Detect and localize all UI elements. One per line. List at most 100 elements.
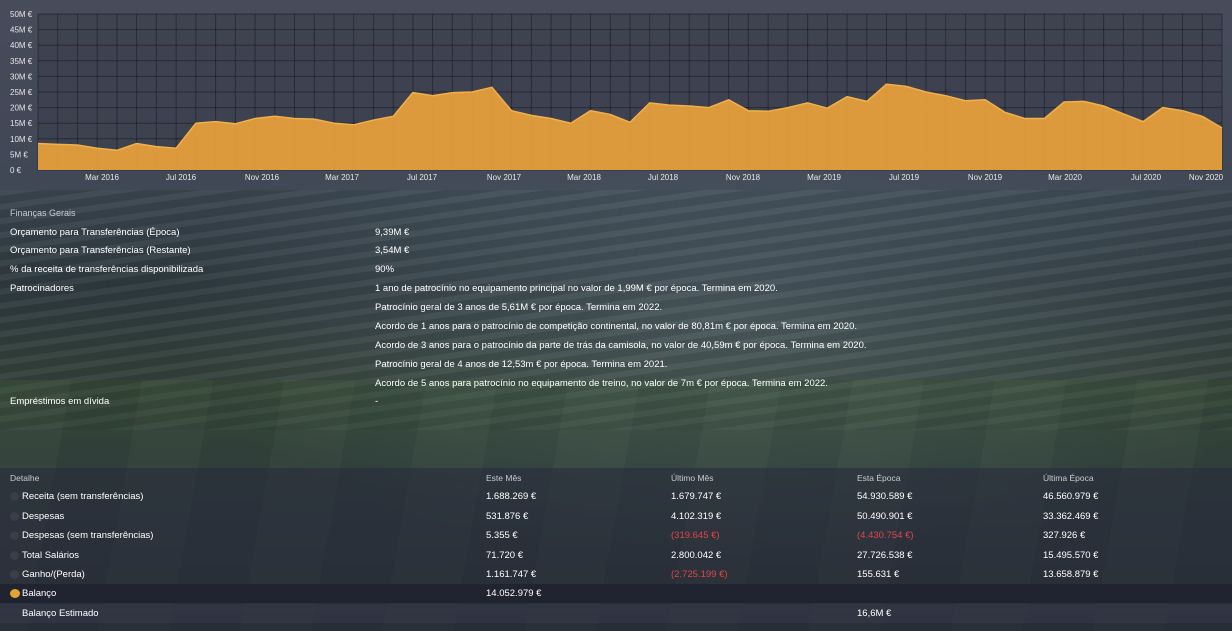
cell-this-season: 16,6M € bbox=[857, 608, 892, 619]
x-tick-label: Nov 2017 bbox=[487, 173, 522, 182]
finance-label: Orçamento para Transferências (Restante) bbox=[10, 245, 191, 256]
cell-this-season: (4.430.754 €) bbox=[857, 530, 914, 541]
row-indicator-icon bbox=[10, 551, 19, 560]
y-tick-label: 20M € bbox=[10, 104, 33, 113]
column-header-this-season[interactable]: Esta Época bbox=[857, 473, 900, 483]
row-indicator-icon bbox=[10, 570, 19, 579]
cell-last-month: 4.102.319 € bbox=[671, 511, 722, 522]
finance-row-loans: Empréstimos em dívida - bbox=[0, 393, 1232, 411]
y-tick-label: 0 € bbox=[10, 166, 22, 175]
row-label: Receita (sem transferências) bbox=[22, 491, 144, 502]
sponsor-item: Acordo de 5 anos para patrocínio no equi… bbox=[375, 378, 828, 389]
row-label: Despesas bbox=[22, 511, 65, 522]
finance-row-sponsor: Patrocínio geral de 4 anos de 12,53m € p… bbox=[0, 356, 1232, 374]
cell-last-season: 13.658.879 € bbox=[1043, 569, 1099, 580]
y-tick-label: 50M € bbox=[10, 10, 33, 19]
cell-this-month: 5.355 € bbox=[486, 530, 518, 541]
finance-label: Orçamento para Transferências (Época) bbox=[10, 227, 180, 238]
y-tick-label: 40M € bbox=[10, 41, 33, 50]
x-tick-label: Mar 2017 bbox=[325, 173, 359, 182]
finance-row-transfer-revenue-percent: % da receita de transferências disponibi… bbox=[0, 261, 1232, 279]
table-row-estimated-balance[interactable]: Balanço Estimado 16,6M € bbox=[0, 604, 1232, 623]
row-label: Balanço bbox=[22, 588, 57, 599]
x-tick-label: Nov 2020 bbox=[1189, 173, 1224, 182]
y-tick-label: 10M € bbox=[10, 135, 33, 144]
finance-area-chart: 50M € 45M € 40M € 35M € 30M € 25M € 20M € 15M €… bbox=[10, 10, 1224, 182]
cell-last-season: 327.926 € bbox=[1043, 530, 1086, 541]
cell-last-month: 2.800.042 € bbox=[671, 550, 722, 561]
row-indicator-icon bbox=[10, 492, 19, 501]
finance-row-sponsor: Acordo de 1 anos para o patrocínio de co… bbox=[0, 318, 1232, 336]
x-tick-label: Nov 2016 bbox=[245, 173, 280, 182]
table-row-revenue[interactable]: Receita (sem transferências) 1.688.269 €… bbox=[0, 487, 1232, 506]
cell-this-month: 1.688.269 € bbox=[486, 491, 537, 502]
loans-value: - bbox=[375, 396, 379, 407]
x-tick-label: Jul 2018 bbox=[648, 173, 679, 182]
finance-row-transfer-budget-season: Orçamento para Transferências (Época) 9,… bbox=[0, 224, 1232, 242]
column-header-this-month[interactable]: Este Mês bbox=[486, 473, 521, 483]
y-tick-label: 15M € bbox=[10, 119, 33, 128]
row-indicator-icon bbox=[10, 531, 19, 540]
cell-this-month: 71.720 € bbox=[486, 550, 523, 561]
column-header-last-month[interactable]: Último Mês bbox=[671, 473, 714, 483]
cell-last-month: (319.645 €) bbox=[671, 530, 720, 541]
detail-table: Detalhe Este Mês Último Mês Esta Época Ú… bbox=[0, 468, 1232, 631]
table-row-expenses[interactable]: Despesas 531.876 € 4.102.319 € 50.490.90… bbox=[0, 507, 1232, 526]
y-tick-label: 45M € bbox=[10, 26, 33, 35]
y-tick-label: 5M € bbox=[10, 150, 28, 159]
table-row-balance[interactable]: Balanço 14.052.979 € bbox=[0, 584, 1232, 603]
x-tick-label: Mar 2019 bbox=[807, 173, 841, 182]
finance-row-sponsors: Patrocinadores 1 ano de patrocínio no eq… bbox=[0, 280, 1232, 298]
cell-this-season: 50.490.901 € bbox=[857, 511, 913, 522]
cell-last-season: 46.560.979 € bbox=[1043, 491, 1099, 502]
finance-row-sponsor: Acordo de 3 anos para o patrocínio da pa… bbox=[0, 337, 1232, 355]
column-header-last-season[interactable]: Última Época bbox=[1043, 473, 1094, 483]
x-tick-label: Nov 2018 bbox=[726, 173, 761, 182]
cell-this-month: 14.052.979 € bbox=[486, 588, 542, 599]
sponsor-item: Patrocínio geral de 4 anos de 12,53m € p… bbox=[375, 359, 668, 370]
cell-this-season: 27.726.538 € bbox=[857, 550, 913, 561]
cell-last-month: (2.725.199 €) bbox=[671, 569, 728, 580]
y-tick-label: 30M € bbox=[10, 72, 33, 81]
coins-icon bbox=[10, 589, 20, 598]
finance-row-sponsor: Patrocínio geral de 3 anos de 5,61M € po… bbox=[0, 299, 1232, 317]
section-title-general-finances: Finanças Gerais bbox=[10, 208, 76, 218]
sponsors-label: Patrocinadores bbox=[10, 283, 74, 294]
cell-last-season: 33.362.469 € bbox=[1043, 511, 1099, 522]
x-tick-label: Jul 2016 bbox=[166, 173, 197, 182]
row-indicator-icon bbox=[10, 512, 19, 521]
finance-row-sponsor: Acordo de 5 anos para patrocínio no equi… bbox=[0, 375, 1232, 393]
x-tick-label: Jul 2020 bbox=[1131, 173, 1162, 182]
sponsor-item: Patrocínio geral de 3 anos de 5,61M € po… bbox=[375, 302, 663, 313]
x-tick-label: Mar 2018 bbox=[567, 173, 601, 182]
y-tick-label: 35M € bbox=[10, 57, 33, 66]
x-tick-label: Jul 2017 bbox=[407, 173, 438, 182]
cell-this-month: 1.161.747 € bbox=[486, 569, 537, 580]
row-label: Despesas (sem transferências) bbox=[22, 530, 154, 541]
sponsor-item: Acordo de 3 anos para o patrocínio da pa… bbox=[375, 340, 867, 351]
table-row-profit-loss[interactable]: Ganho/(Perda) 1.161.747 € (2.725.199 €) … bbox=[0, 565, 1232, 584]
x-tick-label: Mar 2020 bbox=[1048, 173, 1082, 182]
row-label: Balanço Estimado bbox=[22, 608, 99, 619]
finance-value: 3,54M € bbox=[375, 245, 410, 256]
cell-this-season: 155.631 € bbox=[857, 569, 900, 580]
cell-this-season: 54.930.589 € bbox=[857, 491, 913, 502]
finance-label: % da receita de transferências disponibi… bbox=[10, 264, 204, 275]
table-row-total-wages[interactable]: Total Salários 71.720 € 2.800.042 € 27.7… bbox=[0, 546, 1232, 565]
row-label: Ganho/(Perda) bbox=[22, 569, 85, 580]
finance-chart: 50M € 45M € 40M € 35M € 30M € 25M € 20M € 15M €… bbox=[0, 0, 1232, 190]
sponsor-item: 1 ano de patrocínio no equipamento princ… bbox=[375, 283, 778, 294]
finance-value: 9,39M € bbox=[375, 227, 410, 238]
cell-last-month: 1.679.747 € bbox=[671, 491, 722, 502]
sponsor-item: Acordo de 1 anos para o patrocínio de co… bbox=[375, 321, 857, 332]
finance-value: 90% bbox=[375, 264, 395, 275]
finance-row-transfer-budget-remaining: Orçamento para Transferências (Restante)… bbox=[0, 242, 1232, 260]
y-tick-label: 25M € bbox=[10, 88, 33, 97]
cell-this-month: 531.876 € bbox=[486, 511, 529, 522]
table-row-expenses-no-transfers[interactable]: Despesas (sem transferências) 5.355 € (3… bbox=[0, 526, 1232, 545]
loans-label: Empréstimos em dívida bbox=[10, 396, 110, 407]
column-header-detail[interactable]: Detalhe bbox=[10, 473, 39, 483]
x-tick-label: Jul 2019 bbox=[889, 173, 920, 182]
x-tick-label: Nov 2019 bbox=[968, 173, 1003, 182]
cell-last-season: 15.495.570 € bbox=[1043, 550, 1099, 561]
